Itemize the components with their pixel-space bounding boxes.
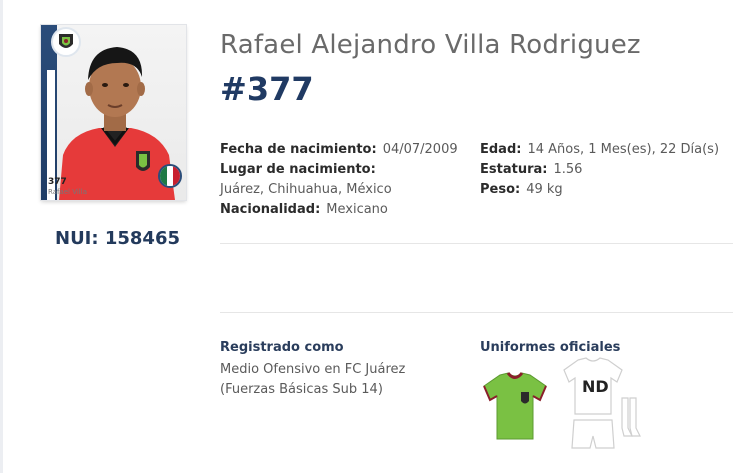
birth-date-value: 04/07/2009 <box>382 142 458 157</box>
age-row: Edad: 14 Años, 1 Mes(es), 22 Día(s) <box>480 140 719 160</box>
age-label: Edad: <box>480 142 522 157</box>
nationality-row: Nacionalidad: Mexicano <box>220 200 458 220</box>
registration-title: Registrado como <box>220 340 344 355</box>
registration-category: (Fuerzas Básicas Sub 14) <box>220 382 383 397</box>
nationality-label: Nacionalidad: <box>220 202 321 217</box>
nui-identifier: NUI: 158465 <box>55 228 180 249</box>
birth-date-label: Fecha de nacimiento: <box>220 142 377 157</box>
player-full-name: Rafael Alejandro Villa Rodriguez <box>220 30 641 60</box>
page-left-border <box>0 0 3 473</box>
height-row: Estatura: 1.56 <box>480 160 719 180</box>
registration-position: Medio Ofensivo en FC Juárez <box>220 362 406 377</box>
birth-place-label: Lugar de nacimiento: <box>220 162 376 177</box>
birth-date-row: Fecha de nacimiento: 04/07/2009 <box>220 140 458 160</box>
registration-text: Medio Ofensivo en FC Juárez (Fuerzas Bás… <box>220 360 450 400</box>
uniforms-title: Uniformes oficiales <box>480 340 621 355</box>
nationality-value: Mexicano <box>326 202 388 217</box>
mexico-flag-icon <box>158 164 182 188</box>
player-number: #377 <box>220 70 314 108</box>
card-player-name: Rafael Villa <box>48 188 87 196</box>
card-player-number: 377 <box>48 177 67 187</box>
section-divider <box>220 243 733 244</box>
height-label: Estatura: <box>480 162 548 177</box>
home-jersey-icon <box>483 372 547 440</box>
weight-label: Peso: <box>480 182 521 197</box>
birth-place-value: Juárez, Chihuahua, México <box>220 182 392 197</box>
birth-place-row: Lugar de nacimiento: <box>220 160 458 180</box>
weight-value: 49 kg <box>526 182 563 197</box>
height-value: 1.56 <box>553 162 583 177</box>
away-kit-unavailable-label: ND <box>582 377 609 396</box>
weight-row: Peso: 49 kg <box>480 180 719 200</box>
age-value: 14 Años, 1 Mes(es), 22 Día(s) <box>527 142 720 157</box>
personal-details: Fecha de nacimiento: 04/07/2009 Lugar de … <box>220 140 458 220</box>
player-card: 377 Rafael Villa <box>41 25 186 200</box>
section-divider <box>220 312 733 313</box>
club-badge-icon <box>51 27 81 57</box>
away-kit-icon <box>563 357 641 449</box>
physical-details: Edad: 14 Años, 1 Mes(es), 22 Día(s) Estat… <box>480 140 719 200</box>
